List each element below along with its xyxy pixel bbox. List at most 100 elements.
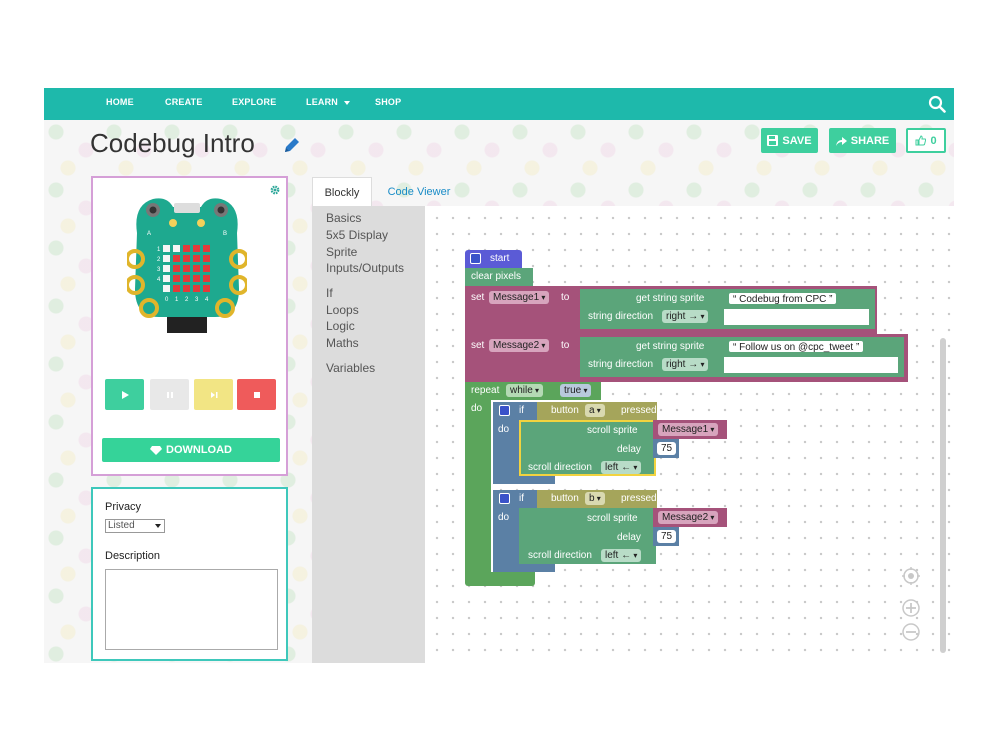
led-pixel	[183, 265, 190, 272]
led-pixel	[193, 255, 200, 262]
share-button[interactable]: SHARE	[829, 128, 896, 153]
led-pixel	[203, 265, 210, 272]
string-value: Follow us on @cpc_tweet	[739, 342, 854, 353]
nav-explore[interactable]: EXPLORE	[232, 97, 276, 107]
number-value[interactable]: 75	[657, 442, 677, 455]
scroll-direction-label: scroll direction	[528, 550, 592, 561]
if-label: if	[519, 405, 524, 416]
button-label: button	[551, 493, 579, 504]
variable-dropdown[interactable]: Message1	[658, 423, 719, 436]
nav-learn[interactable]: LEARN	[306, 97, 350, 107]
led-pixel	[183, 285, 190, 292]
start-block[interactable]: start	[465, 250, 522, 268]
number-block[interactable]: 75	[653, 527, 679, 546]
toolbox-logic[interactable]: Logic	[326, 319, 355, 333]
tab-blockly[interactable]: Blockly	[312, 177, 372, 208]
toolbox-inputs-outputs[interactable]: Inputs/Outputs	[326, 261, 404, 275]
number-block[interactable]: 75	[653, 439, 679, 458]
toolbox-loops[interactable]: Loops	[326, 303, 359, 317]
loop-mode-dropdown[interactable]: while	[506, 384, 544, 397]
toolbox-if[interactable]: If	[326, 286, 333, 300]
diamond-icon	[150, 445, 162, 455]
gear-icon[interactable]	[269, 184, 281, 196]
nav-create[interactable]: CREATE	[165, 97, 203, 107]
if-label: if	[519, 493, 524, 504]
scroll-sprite-block-b[interactable]: scroll sprite delay scroll direction lef…	[519, 508, 656, 564]
button-pressed-block[interactable]: button b pressed	[537, 490, 657, 508]
nav-home[interactable]: HOME	[106, 97, 134, 107]
workspace-scrollbar[interactable]	[940, 338, 946, 653]
set-message1-block[interactable]: set Message1 to get string sprite “ Code…	[465, 286, 877, 334]
led-pixel	[173, 265, 180, 272]
share-arrow-icon	[835, 136, 847, 146]
variable-getter-block[interactable]: Message1	[653, 420, 727, 439]
button-dropdown[interactable]: a	[585, 404, 605, 417]
repeat-while-block[interactable]: repeat while true	[465, 382, 601, 400]
scroll-direction-label: scroll direction	[528, 462, 592, 473]
tab-code-viewer[interactable]: Code Viewer	[374, 177, 464, 207]
number-value[interactable]: 75	[657, 530, 677, 543]
play-button[interactable]	[105, 379, 144, 410]
scroll-sprite-label: scroll sprite	[587, 513, 638, 524]
if-foot	[493, 476, 555, 484]
save-button[interactable]: SAVE	[761, 128, 818, 153]
toolbox-basics[interactable]: Basics	[326, 211, 361, 225]
button-dropdown[interactable]: b	[585, 492, 605, 505]
toolbox-display[interactable]: 5x5 Display	[326, 228, 388, 242]
scroll-sprite-block-a[interactable]: scroll sprite delay scroll direction lef…	[519, 420, 656, 476]
blockly-workspace[interactable]: start clear pixels set Message1 to get s…	[425, 206, 954, 663]
like-button[interactable]: 0	[906, 128, 946, 153]
scroll-direction-dropdown[interactable]: left ←	[601, 549, 642, 562]
stop-button[interactable]	[237, 379, 276, 410]
direction-dropdown[interactable]: right →	[662, 310, 709, 323]
share-label: SHARE	[850, 134, 890, 147]
thumbs-up-icon	[915, 135, 927, 146]
led-pixel	[203, 245, 210, 252]
scroll-direction-dropdown[interactable]: left ←	[601, 461, 642, 474]
toolbox-maths[interactable]: Maths	[326, 336, 359, 350]
direction-dropdown[interactable]: right →	[662, 358, 709, 371]
if-block-b[interactable]: if	[493, 490, 537, 508]
zoom-in-icon[interactable]	[902, 599, 920, 617]
if-block-a[interactable]: if	[493, 402, 537, 420]
string-literal[interactable]: “ Follow us on @cpc_tweet ”	[728, 340, 865, 353]
get-string-sprite-block[interactable]: get string sprite “ Codebug from CPC ” s…	[580, 289, 875, 329]
variable-dropdown[interactable]: Message1	[489, 291, 550, 304]
led-pixel	[163, 255, 170, 262]
to-label: to	[561, 340, 570, 351]
toolbox-sprite[interactable]: Sprite	[326, 245, 357, 259]
stop-icon	[253, 391, 260, 398]
download-button[interactable]: DOWNLOAD	[102, 438, 280, 462]
recenter-icon[interactable]	[902, 567, 920, 585]
variable-dropdown[interactable]: Message2	[658, 511, 719, 524]
led-pixel	[183, 275, 190, 282]
string-literal[interactable]: “ Codebug from CPC ”	[728, 292, 838, 305]
variable-getter-block[interactable]: Message2	[653, 508, 727, 527]
privacy-select[interactable]: Listed	[105, 519, 165, 533]
set-label: set	[471, 340, 485, 351]
variable-dropdown[interactable]: Message2	[489, 339, 550, 352]
step-button[interactable]	[194, 379, 233, 410]
block-gear-icon	[499, 405, 510, 416]
description-textarea[interactable]	[105, 569, 278, 650]
led-pixel	[173, 255, 180, 262]
nav-shop[interactable]: SHOP	[375, 97, 401, 107]
if-body-bar: do	[493, 420, 519, 482]
clear-pixels-block[interactable]: clear pixels	[465, 268, 533, 286]
edit-pencil-icon[interactable]	[282, 135, 302, 155]
set-message2-block[interactable]: set Message2 to get string sprite “ Foll…	[465, 334, 908, 382]
pause-button[interactable]	[150, 379, 189, 410]
get-string-sprite-block[interactable]: get string sprite “ Follow us on @cpc_tw…	[580, 337, 904, 377]
privacy-label: Privacy	[105, 501, 142, 513]
string-direction-label: string direction	[588, 359, 654, 370]
search-icon[interactable]	[928, 95, 946, 113]
zoom-out-icon[interactable]	[902, 623, 920, 641]
led-pixel	[163, 275, 170, 282]
codebug-device-image: 12340 1 2 3 4A B	[127, 198, 247, 333]
description-label: Description	[105, 550, 161, 562]
toolbox-variables[interactable]: Variables	[326, 361, 375, 375]
led-pixel	[203, 275, 210, 282]
condition-dropdown[interactable]: true	[560, 384, 592, 397]
button-pressed-block[interactable]: button a pressed	[537, 402, 657, 420]
privacy-value: Listed	[108, 520, 135, 531]
